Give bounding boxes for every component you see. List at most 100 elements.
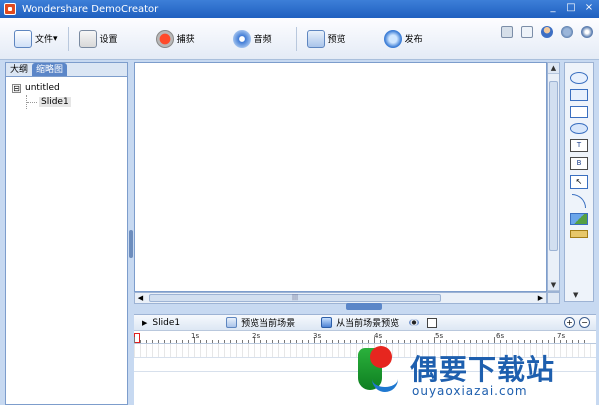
timeline-toolbar: ▶ Slide1 预览当前场景 从当前场景预览 + − bbox=[134, 303, 596, 330]
preview-from-icon bbox=[321, 317, 333, 328]
collapse-icon[interactable]: ⊟ bbox=[12, 83, 21, 93]
image-icon[interactable] bbox=[570, 213, 588, 225]
rectangle-icon[interactable] bbox=[570, 106, 588, 118]
zoom-out-icon[interactable]: − bbox=[579, 317, 590, 328]
ellipse-icon[interactable] bbox=[570, 123, 588, 134]
callout-oval-icon[interactable] bbox=[570, 72, 588, 84]
preview-label: 预览 bbox=[327, 35, 346, 45]
scroll-down-arrow-icon[interactable]: ▼ bbox=[548, 280, 559, 291]
settings-icon bbox=[78, 29, 97, 48]
capture-label: 捕获 bbox=[176, 35, 195, 45]
ruler-tick bbox=[260, 340, 261, 343]
file-menu-button[interactable]: 文件 ▾ bbox=[10, 24, 62, 54]
ruler-tick bbox=[170, 340, 171, 343]
hotspot-icon[interactable]: B bbox=[570, 157, 588, 170]
user-icon[interactable] bbox=[541, 26, 553, 38]
zoom-in-icon[interactable]: + bbox=[564, 317, 575, 328]
ruler-tick bbox=[230, 340, 231, 343]
play-slide-button[interactable]: ▶ Slide1 bbox=[142, 318, 180, 328]
ruler-tick bbox=[272, 340, 273, 343]
ruler-tick bbox=[320, 340, 321, 343]
help-icon[interactable] bbox=[561, 26, 573, 38]
ruler-label: 3s bbox=[313, 332, 322, 340]
play-icon: ▶ bbox=[142, 318, 148, 327]
slide-canvas[interactable] bbox=[134, 62, 547, 292]
ruler-tick bbox=[134, 337, 135, 343]
save-icon[interactable] bbox=[501, 26, 513, 38]
vertical-scrollbar[interactable]: ▲ ▼ bbox=[547, 62, 560, 292]
publish-label: 发布 bbox=[404, 35, 423, 45]
ruler-tick bbox=[326, 340, 327, 343]
timeline-splitter-handle[interactable] bbox=[346, 303, 382, 310]
ruler-tick bbox=[158, 340, 159, 343]
tab-outline[interactable]: 大纲 bbox=[6, 63, 32, 76]
ruler-label: 4s bbox=[374, 332, 383, 340]
left-panel-tabs: 大纲 缩略图 bbox=[6, 63, 127, 77]
preview-from-current-label: 从当前场景预览 bbox=[336, 319, 400, 329]
settings-label: 设置 bbox=[99, 35, 118, 45]
line-icon[interactable] bbox=[572, 194, 586, 208]
document-icon[interactable] bbox=[521, 26, 533, 38]
file-icon bbox=[14, 29, 32, 48]
ruler-tick bbox=[302, 340, 303, 343]
callout-rect-icon[interactable] bbox=[570, 89, 588, 101]
audio-button[interactable]: 音频 bbox=[229, 24, 276, 54]
audio-icon bbox=[232, 29, 251, 48]
horizontal-scrollbar[interactable]: ◀ ||| ▶ bbox=[134, 292, 547, 304]
ruler-tick bbox=[296, 340, 297, 343]
watermark-logo-icon bbox=[352, 344, 402, 396]
audio-label: 音频 bbox=[253, 35, 272, 45]
ruler-tick bbox=[218, 340, 219, 343]
toolbar-divider bbox=[295, 26, 297, 51]
textbox-icon[interactable]: T bbox=[570, 139, 588, 152]
timeline-slide-label: Slide1 bbox=[152, 317, 181, 328]
file-label: 文件 bbox=[35, 35, 54, 45]
publish-button[interactable]: 发布 bbox=[380, 24, 427, 54]
edit-icon[interactable] bbox=[427, 317, 438, 328]
settings-button[interactable]: 设置 bbox=[75, 24, 122, 54]
app-logo-icon bbox=[4, 3, 16, 15]
ruler-tick bbox=[188, 340, 189, 343]
ruler-tick bbox=[182, 340, 183, 343]
tree-item-slide1[interactable]: Slide1 bbox=[26, 95, 121, 109]
tree-root[interactable]: ⊟ untitled bbox=[12, 81, 121, 95]
scroll-up-arrow-icon[interactable]: ▲ bbox=[548, 63, 559, 74]
ruler-tick bbox=[290, 340, 291, 343]
ruler-tick bbox=[248, 340, 249, 343]
preview-button[interactable]: 预览 bbox=[303, 24, 350, 54]
chevron-down-icon: ▾ bbox=[53, 33, 58, 44]
ruler-tick bbox=[176, 340, 177, 343]
ruler-tick bbox=[200, 340, 201, 343]
more-icon[interactable] bbox=[570, 230, 588, 238]
ruler-tick bbox=[284, 340, 285, 343]
preview-current-scene-button[interactable]: 预览当前场景 bbox=[226, 316, 295, 329]
ruler-tick bbox=[332, 340, 333, 343]
close-button[interactable]: × bbox=[583, 2, 595, 14]
capture-icon bbox=[155, 29, 174, 48]
capture-button[interactable]: 捕获 bbox=[152, 24, 199, 54]
splitter-handle[interactable] bbox=[129, 230, 133, 258]
scroll-right-arrow-icon[interactable]: ▶ bbox=[535, 293, 546, 303]
ruler-tick bbox=[212, 340, 213, 343]
preview-scene-icon bbox=[226, 317, 238, 328]
ruler-tick bbox=[242, 340, 243, 343]
ruler-tick bbox=[338, 340, 339, 343]
vertical-scroll-thumb[interactable] bbox=[549, 81, 558, 251]
tool-palette-down-icon[interactable]: ▼ bbox=[573, 291, 578, 299]
tool-palette: T B ↖ ▼ bbox=[564, 62, 594, 302]
maximize-button[interactable]: □ bbox=[565, 2, 577, 14]
slide-label: Slide1 bbox=[39, 97, 71, 107]
horizontal-scroll-thumb[interactable]: ||| bbox=[149, 294, 441, 302]
minimize-button[interactable]: _ bbox=[547, 2, 559, 14]
ruler-tick bbox=[308, 340, 309, 343]
info-icon[interactable] bbox=[581, 26, 593, 38]
title-bar: Wondershare DemoCreator _ □ × bbox=[0, 0, 599, 18]
preview-from-current-button[interactable]: 从当前场景预览 bbox=[321, 316, 399, 329]
tab-thumbnails[interactable]: 缩略图 bbox=[32, 63, 68, 76]
slide-tree: ⊟ untitled Slide1 bbox=[6, 77, 127, 113]
scroll-left-arrow-icon[interactable]: ◀ bbox=[135, 293, 146, 303]
cursor-icon[interactable]: ↖ bbox=[570, 175, 588, 189]
ruler-label: 6s bbox=[496, 332, 505, 340]
ruler-tick bbox=[224, 340, 225, 343]
eye-icon[interactable] bbox=[409, 319, 420, 326]
